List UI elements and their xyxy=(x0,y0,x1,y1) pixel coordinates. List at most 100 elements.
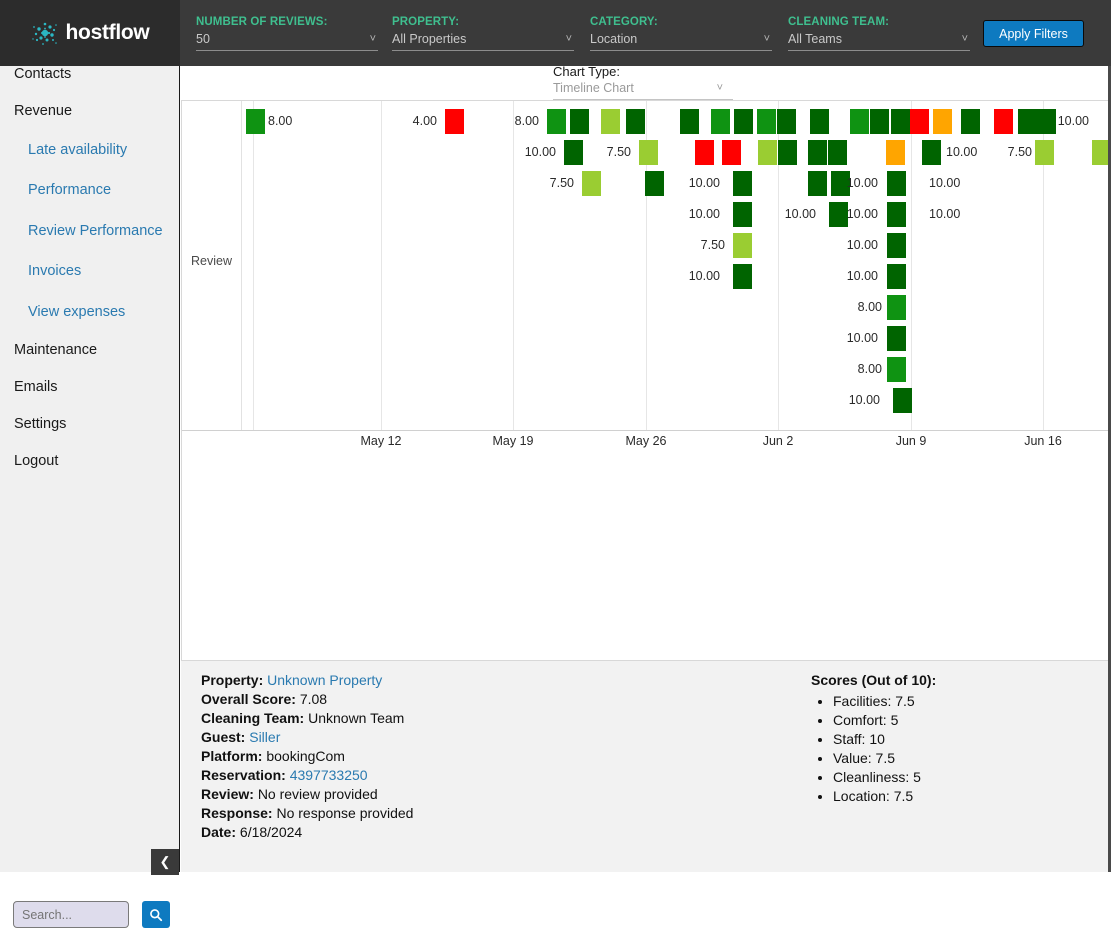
filter-number-of-reviews[interactable]: NUMBER OF REVIEWS: 50 ˅ xyxy=(196,16,378,51)
chart-marker[interactable] xyxy=(445,109,464,134)
chart-marker[interactable] xyxy=(891,109,910,134)
chart-marker[interactable] xyxy=(570,109,589,134)
filter-value: All Teams xyxy=(788,32,842,46)
chart-marker[interactable] xyxy=(695,140,714,165)
chart-marker[interactable] xyxy=(887,264,906,289)
chart-marker[interactable] xyxy=(733,233,752,258)
chart-marker[interactable] xyxy=(887,326,906,351)
sidebar-item-revenue[interactable]: Revenue xyxy=(14,103,72,119)
apply-filters-button[interactable]: Apply Filters xyxy=(983,20,1084,47)
chart-axis-line xyxy=(182,430,1111,431)
chart-marker[interactable] xyxy=(808,140,827,165)
search-button[interactable] xyxy=(142,901,170,928)
detail-key: Property: xyxy=(201,672,268,688)
chart-type-select[interactable]: Timeline Chart ˅ xyxy=(553,81,733,100)
detail-key: Overall Score: xyxy=(201,691,300,707)
chart-marker[interactable] xyxy=(733,202,752,227)
chart-marker[interactable] xyxy=(1035,140,1054,165)
sidebar-item-view-expenses[interactable]: View expenses xyxy=(28,304,125,320)
sidebar-item-settings[interactable]: Settings xyxy=(14,416,66,432)
chart-type-control[interactable]: Chart Type: Timeline Chart ˅ xyxy=(553,64,733,100)
sidebar-collapse-button[interactable]: ❮ xyxy=(151,849,179,875)
filter-select[interactable]: All Teams ˅ xyxy=(788,32,970,51)
chart-marker[interactable] xyxy=(808,171,827,196)
chart-marker[interactable] xyxy=(626,109,645,134)
search-input[interactable] xyxy=(13,901,129,928)
detail-value: No response provided xyxy=(276,805,414,821)
filter-value: Location xyxy=(590,32,638,46)
chart-marker[interactable] xyxy=(887,171,906,196)
filter-cleaning-team[interactable]: CLEANING TEAM: All Teams ˅ xyxy=(788,16,970,51)
sidebar-item-performance[interactable]: Performance xyxy=(28,182,111,198)
chart-marker[interactable] xyxy=(757,109,776,134)
filter-select[interactable]: Location ˅ xyxy=(590,32,772,51)
detail-row: Overall Score: 7.08 xyxy=(201,690,413,709)
chart-marker[interactable] xyxy=(887,202,906,227)
chevron-down-icon: ˅ xyxy=(716,82,723,94)
sidebar: Contacts Revenue Late availability Performa… xyxy=(0,66,180,928)
chart-marker[interactable] xyxy=(778,140,797,165)
sidebar-item-late-availability[interactable]: Late availability xyxy=(28,142,127,158)
chart-panel: Review 8.00 4.00 8.00 10.00 10.00 7.50 10.00 7.… xyxy=(181,100,1111,718)
detail-value[interactable]: Siller xyxy=(249,729,280,745)
score-item: Facilities: 7.5 xyxy=(833,692,936,711)
filter-select[interactable]: 50 ˅ xyxy=(196,32,378,51)
chart-marker[interactable] xyxy=(933,109,952,134)
filter-property[interactable]: PROPERTY: All Properties ˅ xyxy=(392,16,574,51)
sidebar-item-review-performance[interactable]: Review Performance xyxy=(28,223,163,239)
chart-value-label: 10.00 xyxy=(929,176,961,190)
chart-marker[interactable] xyxy=(601,109,620,134)
chart-value-label: 8.00 xyxy=(514,114,539,128)
sidebar-item-invoices[interactable]: Invoices xyxy=(28,263,81,279)
filter-category[interactable]: CATEGORY: Location ˅ xyxy=(590,16,772,51)
chart-x-tick: May 26 xyxy=(625,434,667,448)
chart-marker[interactable] xyxy=(758,140,777,165)
sidebar-item-maintenance[interactable]: Maintenance xyxy=(14,342,97,358)
chart-marker[interactable] xyxy=(547,109,566,134)
chart-marker[interactable] xyxy=(887,357,906,382)
chart-value-label: 7.50 xyxy=(606,145,631,159)
chart-marker[interactable] xyxy=(777,109,796,134)
search-icon xyxy=(150,908,163,921)
detail-value[interactable]: 4397733250 xyxy=(290,767,368,783)
chart-value-label: 7.50 xyxy=(549,176,574,190)
chart-marker[interactable] xyxy=(870,109,889,134)
chart-marker[interactable] xyxy=(961,109,980,134)
chart-marker[interactable] xyxy=(680,109,699,134)
chart-marker[interactable] xyxy=(734,109,753,134)
chart-marker[interactable] xyxy=(711,109,730,134)
chevron-down-icon: ˅ xyxy=(763,33,770,45)
chart-marker[interactable] xyxy=(887,295,906,320)
chart-marker[interactable] xyxy=(639,140,658,165)
chart-marker[interactable] xyxy=(922,140,941,165)
filter-select[interactable]: All Properties ˅ xyxy=(392,32,574,51)
detail-value: Unknown Team xyxy=(308,710,405,726)
chart-marker[interactable] xyxy=(564,140,583,165)
chart-marker[interactable] xyxy=(645,171,664,196)
chart-marker[interactable] xyxy=(582,171,601,196)
chart-marker[interactable] xyxy=(722,140,741,165)
chart-marker[interactable] xyxy=(886,140,905,165)
chart-marker[interactable] xyxy=(810,109,829,134)
sidebar-item-logout[interactable]: Logout xyxy=(14,453,58,469)
chart-marker[interactable] xyxy=(246,109,265,134)
brand-logo[interactable]: hostflow xyxy=(0,0,180,66)
chart-value-label: 10.00 xyxy=(1057,114,1089,128)
chart-marker[interactable] xyxy=(850,109,869,134)
detail-value[interactable]: Unknown Property xyxy=(267,672,382,688)
sidebar-item-emails[interactable]: Emails xyxy=(14,379,58,395)
chart-marker[interactable] xyxy=(828,140,847,165)
chart-marker[interactable] xyxy=(893,388,912,413)
chart-marker[interactable] xyxy=(1018,109,1037,134)
chart-marker[interactable] xyxy=(887,233,906,258)
sidebar-item-contacts[interactable]: Contacts xyxy=(14,66,71,82)
detail-key: Guest: xyxy=(201,729,250,745)
chevron-down-icon: ˅ xyxy=(565,33,572,45)
detail-key: Cleaning Team: xyxy=(201,710,309,726)
score-item: Cleanliness: 5 xyxy=(833,768,936,787)
chart-marker[interactable] xyxy=(733,171,752,196)
chart-marker[interactable] xyxy=(910,109,929,134)
chart-marker[interactable] xyxy=(994,109,1013,134)
chart-marker[interactable] xyxy=(733,264,752,289)
timeline-chart[interactable]: Review 8.00 4.00 8.00 10.00 10.00 7.50 10.00 7.… xyxy=(182,101,1111,448)
